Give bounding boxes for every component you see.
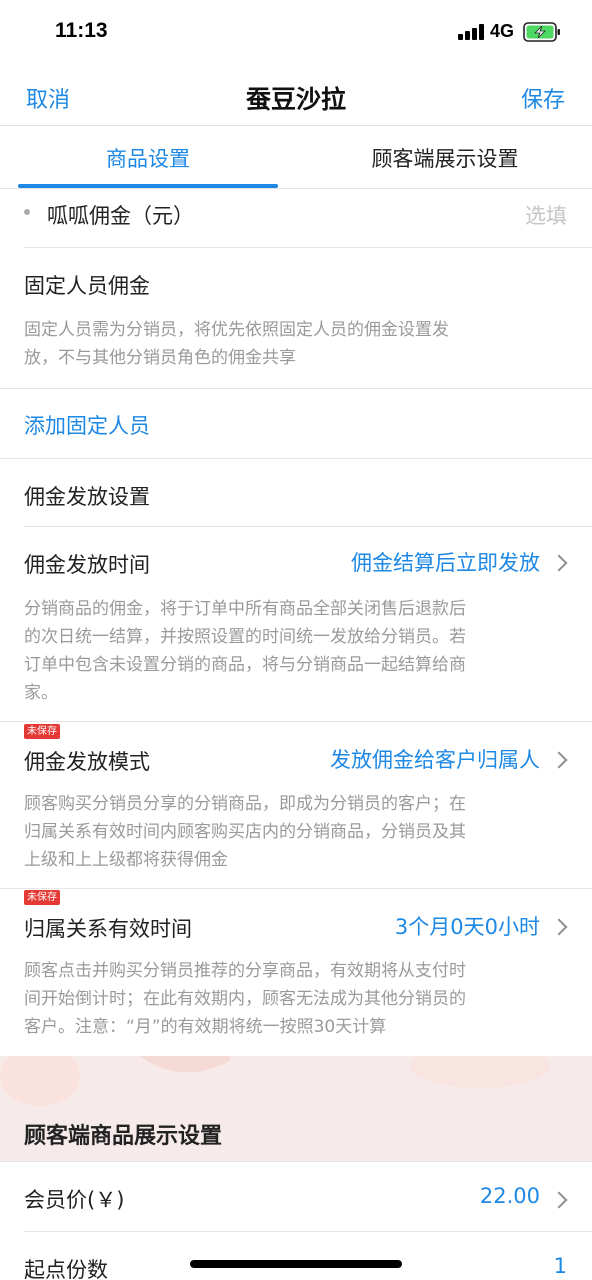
fixed-commission-section: 固定人员佣金 固定人员需为分销员，将优先依照固定人员的佣金设置发 放，不与其他分… <box>0 248 592 389</box>
active-tab-indicator <box>18 184 278 188</box>
payout-mode-desc: 顾客购买分销员分享的分销商品，即成为分销员的客户；在 归属关系有效时间内顾客购买… <box>24 790 564 874</box>
tab-customer-display[interactable]: 顾客端展示设置 <box>300 143 590 173</box>
attribution-time-label: 归属关系有效时间 <box>24 917 192 941</box>
start-quantity-row[interactable]: 起点份数 1 <box>0 1232 592 1280</box>
guagua-commission-input[interactable]: 选填 <box>525 200 567 230</box>
tab-goods-settings[interactable]: 商品设置 <box>18 143 278 173</box>
member-price-label: 会员价(￥) <box>24 1188 125 1212</box>
desc-line: 顾客购买分销员分享的分销商品，即成为分销员的客户；在 <box>24 794 466 814</box>
member-price-row[interactable]: 会员价(￥) 22.00 <box>0 1162 592 1232</box>
unsaved-badge: 未保存 <box>24 890 60 905</box>
status-bar: 11:13 4G <box>0 0 592 64</box>
display-settings-section: 顾客端商品展示设置 <box>0 1056 592 1162</box>
signal-icon <box>458 24 484 40</box>
desc-line: 固定人员需为分销员，将优先依照固定人员的佣金设置发 <box>24 320 449 340</box>
chevron-right-icon <box>550 751 568 769</box>
payout-time-row[interactable]: 佣金发放时间 佣金结算后立即发放 分销商品的佣金，将于订单中所有商品全部关闭售后… <box>0 527 592 722</box>
payout-time-desc: 分销商品的佣金，将于订单中所有商品全部关闭售后退款后 的次日统一结算，并按照设置… <box>24 595 564 707</box>
member-price-value[interactable]: 22.00 <box>480 1184 540 1208</box>
payout-mode-value[interactable]: 发放佣金给客户归属人 <box>330 744 540 774</box>
battery-charging-icon <box>523 22 560 42</box>
unsaved-badge: 未保存 <box>24 724 60 739</box>
add-fixed-person-button[interactable]: 添加固定人员 <box>24 410 150 440</box>
payout-mode-row[interactable]: 未保存 佣金发放模式 发放佣金给客户归属人 顾客购买分销员分享的分销商品，即成为… <box>0 722 592 889</box>
chevron-right-icon <box>550 1191 568 1209</box>
nav-bar: 取消 蚕豆沙拉 保存 <box>0 64 592 126</box>
desc-line: 间开始倒计时；在此有效期内，顾客无法成为其他分销员的 <box>24 989 466 1009</box>
fixed-commission-desc: 固定人员需为分销员，将优先依照固定人员的佣金设置发 放，不与其他分销员角色的佣金… <box>24 316 564 372</box>
chevron-right-icon <box>550 554 568 572</box>
bullet-dot <box>24 209 30 215</box>
network-type: 4G <box>490 21 515 41</box>
payout-mode-label: 佣金发放模式 <box>24 750 150 774</box>
start-quantity-value[interactable]: 1 <box>554 1254 567 1278</box>
attribution-time-desc: 顾客点击并购买分销员推荐的分享商品，有效期将从支付时 间开始倒计时；在此有效期内… <box>24 957 564 1041</box>
desc-line: 顾客点击并购买分销员推荐的分享商品，有效期将从支付时 <box>24 961 466 981</box>
start-quantity-label: 起点份数 <box>24 1258 108 1280</box>
desc-line: 归属关系有效时间内顾客购买店内的分销商品，分销员及其 <box>24 822 466 842</box>
page-title: 蚕豆沙拉 <box>245 85 346 114</box>
fixed-commission-title: 固定人员佣金 <box>24 274 150 298</box>
status-time: 11:13 <box>55 19 108 42</box>
desc-line: 订单中包含未设置分销的商品，将与分销商品一起结算给商 <box>24 655 466 675</box>
payout-settings-title: 佣金发放设置 <box>24 485 150 509</box>
tab-bar: 商品设置 顾客端展示设置 <box>0 127 592 189</box>
payout-time-value[interactable]: 佣金结算后立即发放 <box>351 547 540 577</box>
home-indicator[interactable] <box>190 1260 402 1268</box>
guagua-commission-label: 呱呱佣金（元） <box>47 204 194 228</box>
desc-line: 的次日统一结算，并按照设置的时间统一发放给分销员。若 <box>24 627 466 647</box>
save-button[interactable]: 保存 <box>521 82 565 114</box>
payout-settings-header: 佣金发放设置 <box>0 459 592 527</box>
desc-line: 分销商品的佣金，将于订单中所有商品全部关闭售后退款后 <box>24 599 466 619</box>
chevron-right-icon <box>550 918 568 936</box>
desc-line: 客户。注意：“月”的有效期将统一按照30天计算 <box>24 1017 387 1037</box>
attribution-time-value[interactable]: 3个月0天0小时 <box>395 911 540 941</box>
display-settings-title: 顾客端商品展示设置 <box>24 1124 223 1149</box>
guagua-commission-row: 呱呱佣金（元） 选填 <box>0 190 592 248</box>
desc-line: 家。 <box>24 683 58 703</box>
add-fixed-row: 添加固定人员 <box>0 389 592 459</box>
desc-line: 上级和上上级都将获得佣金 <box>24 850 228 870</box>
attribution-time-row[interactable]: 未保存 归属关系有效时间 3个月0天0小时 顾客点击并购买分销员推荐的分享商品，… <box>0 889 592 1056</box>
payout-time-label: 佣金发放时间 <box>24 553 150 577</box>
desc-line: 放，不与其他分销员角色的佣金共享 <box>24 348 296 368</box>
cancel-button[interactable]: 取消 <box>26 82 70 114</box>
